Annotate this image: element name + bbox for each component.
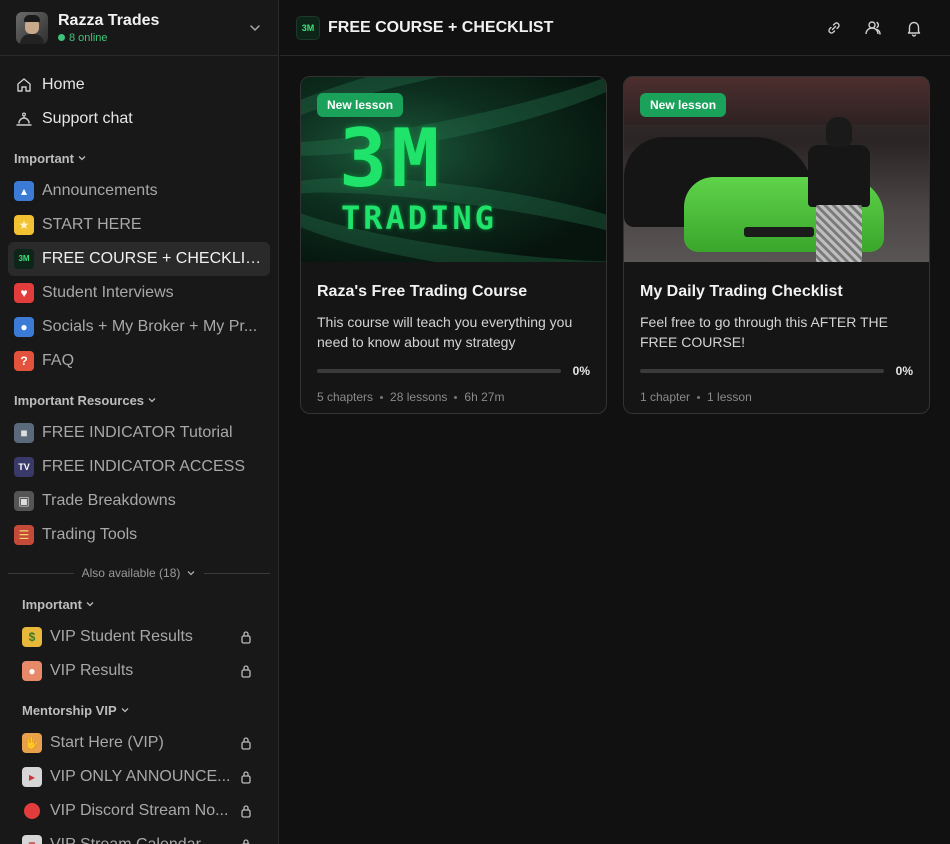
progress-bar bbox=[317, 369, 561, 373]
home-icon bbox=[14, 75, 34, 95]
new-lesson-badge: New lesson bbox=[317, 93, 404, 117]
sidebar: Razza Trades 8 online Home Support chat … bbox=[0, 0, 279, 844]
course-title: Raza's Free Trading Course bbox=[317, 283, 528, 300]
course-thumbnail: New lesson bbox=[624, 77, 929, 262]
lock-icon bbox=[241, 737, 251, 750]
loudspeaker-icon: ▸ bbox=[22, 767, 42, 787]
members-button[interactable] bbox=[854, 8, 894, 48]
course-thumbnail: 3M TRADING New lesson bbox=[301, 77, 606, 262]
course-card[interactable]: 3M TRADING New lesson Raza's Free Tradin… bbox=[300, 76, 607, 414]
user-icon: ● bbox=[14, 317, 34, 337]
notifications-button[interactable] bbox=[894, 8, 934, 48]
section-locked-important[interactable]: Important bbox=[16, 588, 270, 620]
chevron-down-icon bbox=[86, 602, 94, 607]
channel-vip-results[interactable]: ● VIP Results bbox=[16, 654, 270, 688]
megaphone-icon: ▴ bbox=[14, 181, 34, 201]
question-icon: ? bbox=[14, 351, 34, 371]
star-icon: ★ bbox=[14, 215, 34, 235]
course-title: My Daily Trading Checklist bbox=[640, 283, 843, 300]
books-icon: ☰ bbox=[14, 525, 34, 545]
wave-hand-icon: ✋ bbox=[22, 733, 42, 753]
trading-logo-text: TRADING bbox=[341, 199, 497, 237]
course-meta: 1 chapter 1 lesson bbox=[640, 390, 752, 404]
also-available-divider[interactable]: Also available (18) bbox=[8, 562, 270, 584]
speech-bubble-icon: ● bbox=[22, 661, 42, 681]
channel-vip-only-announcements[interactable]: ▸ VIP ONLY ANNOUNCE... bbox=[16, 760, 270, 794]
support-icon bbox=[14, 109, 34, 129]
3m-logo-icon: 3M bbox=[14, 249, 34, 269]
channel-announcements[interactable]: ▴ Announcements bbox=[8, 174, 270, 208]
3m-logo-icon: 3M bbox=[296, 15, 320, 40]
bell-icon bbox=[907, 21, 921, 37]
chevron-down-icon bbox=[148, 398, 156, 403]
online-count: 8 online bbox=[58, 31, 248, 45]
channel-vip-student-results[interactable]: $ VIP Student Results bbox=[16, 620, 270, 654]
calendar-icon: ▦ bbox=[22, 835, 42, 844]
money-face-icon: $ bbox=[22, 627, 42, 647]
channel-trade-breakdowns[interactable]: ▣ Trade Breakdowns bbox=[8, 484, 270, 518]
camera-icon: ■ bbox=[14, 423, 34, 443]
heart-icon: ♥ bbox=[14, 283, 34, 303]
chevron-down-icon[interactable] bbox=[248, 21, 262, 35]
section-important-resources[interactable]: Important Resources bbox=[8, 384, 270, 416]
progress-bar bbox=[640, 369, 884, 373]
red-circle-icon bbox=[22, 801, 42, 821]
nav-support-chat[interactable]: Support chat bbox=[8, 102, 270, 136]
channel-faq[interactable]: ? FAQ bbox=[8, 344, 270, 378]
workspace-name: Razza Trades bbox=[58, 11, 160, 29]
channel-student-interviews[interactable]: ♥ Student Interviews bbox=[8, 276, 270, 310]
users-icon bbox=[865, 20, 881, 35]
new-lesson-badge: New lesson bbox=[640, 93, 727, 117]
channel-header: 3M FREE COURSE + CHECKLIST bbox=[280, 0, 950, 56]
channel-free-course-checklist[interactable]: 3M FREE COURSE + CHECKLIST bbox=[8, 242, 270, 276]
lock-icon bbox=[241, 771, 251, 784]
workspace-switcher[interactable]: Razza Trades 8 online bbox=[0, 0, 278, 56]
tradingview-icon: TV bbox=[14, 457, 34, 477]
progress-label: 0% bbox=[895, 364, 913, 378]
course-description: Feel free to go through this AFTER THE F… bbox=[640, 314, 888, 350]
course-meta: 5 chapters 28 lessons 6h 27m bbox=[317, 390, 505, 404]
channel-free-indicator-access[interactable]: TV FREE INDICATOR ACCESS bbox=[8, 450, 270, 484]
nav-home[interactable]: Home bbox=[8, 68, 270, 102]
chevron-down-icon bbox=[121, 708, 129, 713]
channel-free-indicator-tutorial[interactable]: ■ FREE INDICATOR Tutorial bbox=[8, 416, 270, 450]
link-icon bbox=[828, 21, 840, 34]
channel-list: Home Support chat Important ▴ Announceme… bbox=[0, 56, 278, 844]
projector-icon: ▣ bbox=[14, 491, 34, 511]
online-dot-icon bbox=[58, 34, 65, 41]
lock-icon bbox=[241, 631, 251, 644]
lock-icon bbox=[241, 665, 251, 678]
progress-label: 0% bbox=[572, 364, 590, 378]
chevron-down-icon bbox=[187, 571, 195, 576]
chevron-down-icon bbox=[78, 156, 86, 161]
lock-icon bbox=[241, 805, 251, 818]
section-mentorship-vip[interactable]: Mentorship VIP bbox=[16, 694, 270, 726]
channel-start-here-vip[interactable]: ✋ Start Here (VIP) bbox=[16, 726, 270, 760]
section-important[interactable]: Important bbox=[8, 142, 270, 174]
copy-link-button[interactable] bbox=[814, 8, 854, 48]
3m-logo: 3M bbox=[339, 112, 444, 205]
channel-vip-discord-stream[interactable]: VIP Discord Stream No... bbox=[16, 794, 270, 828]
lock-icon bbox=[241, 839, 251, 844]
channel-start-here[interactable]: ★ START HERE bbox=[8, 208, 270, 242]
course-card[interactable]: New lesson My Daily Trading Checklist Fe… bbox=[623, 76, 930, 414]
course-list: 3M TRADING New lesson Raza's Free Tradin… bbox=[280, 56, 950, 844]
course-description: This course will teach you everything yo… bbox=[317, 314, 573, 350]
workspace-avatar bbox=[16, 11, 48, 44]
channel-vip-stream-calendar[interactable]: ▦ VIP Stream Calendar bbox=[16, 828, 270, 844]
channel-socials-broker[interactable]: ● Socials + My Broker + My Pr... bbox=[8, 310, 270, 344]
channel-trading-tools[interactable]: ☰ Trading Tools bbox=[8, 518, 270, 552]
page-title: FREE COURSE + CHECKLIST bbox=[328, 18, 554, 36]
